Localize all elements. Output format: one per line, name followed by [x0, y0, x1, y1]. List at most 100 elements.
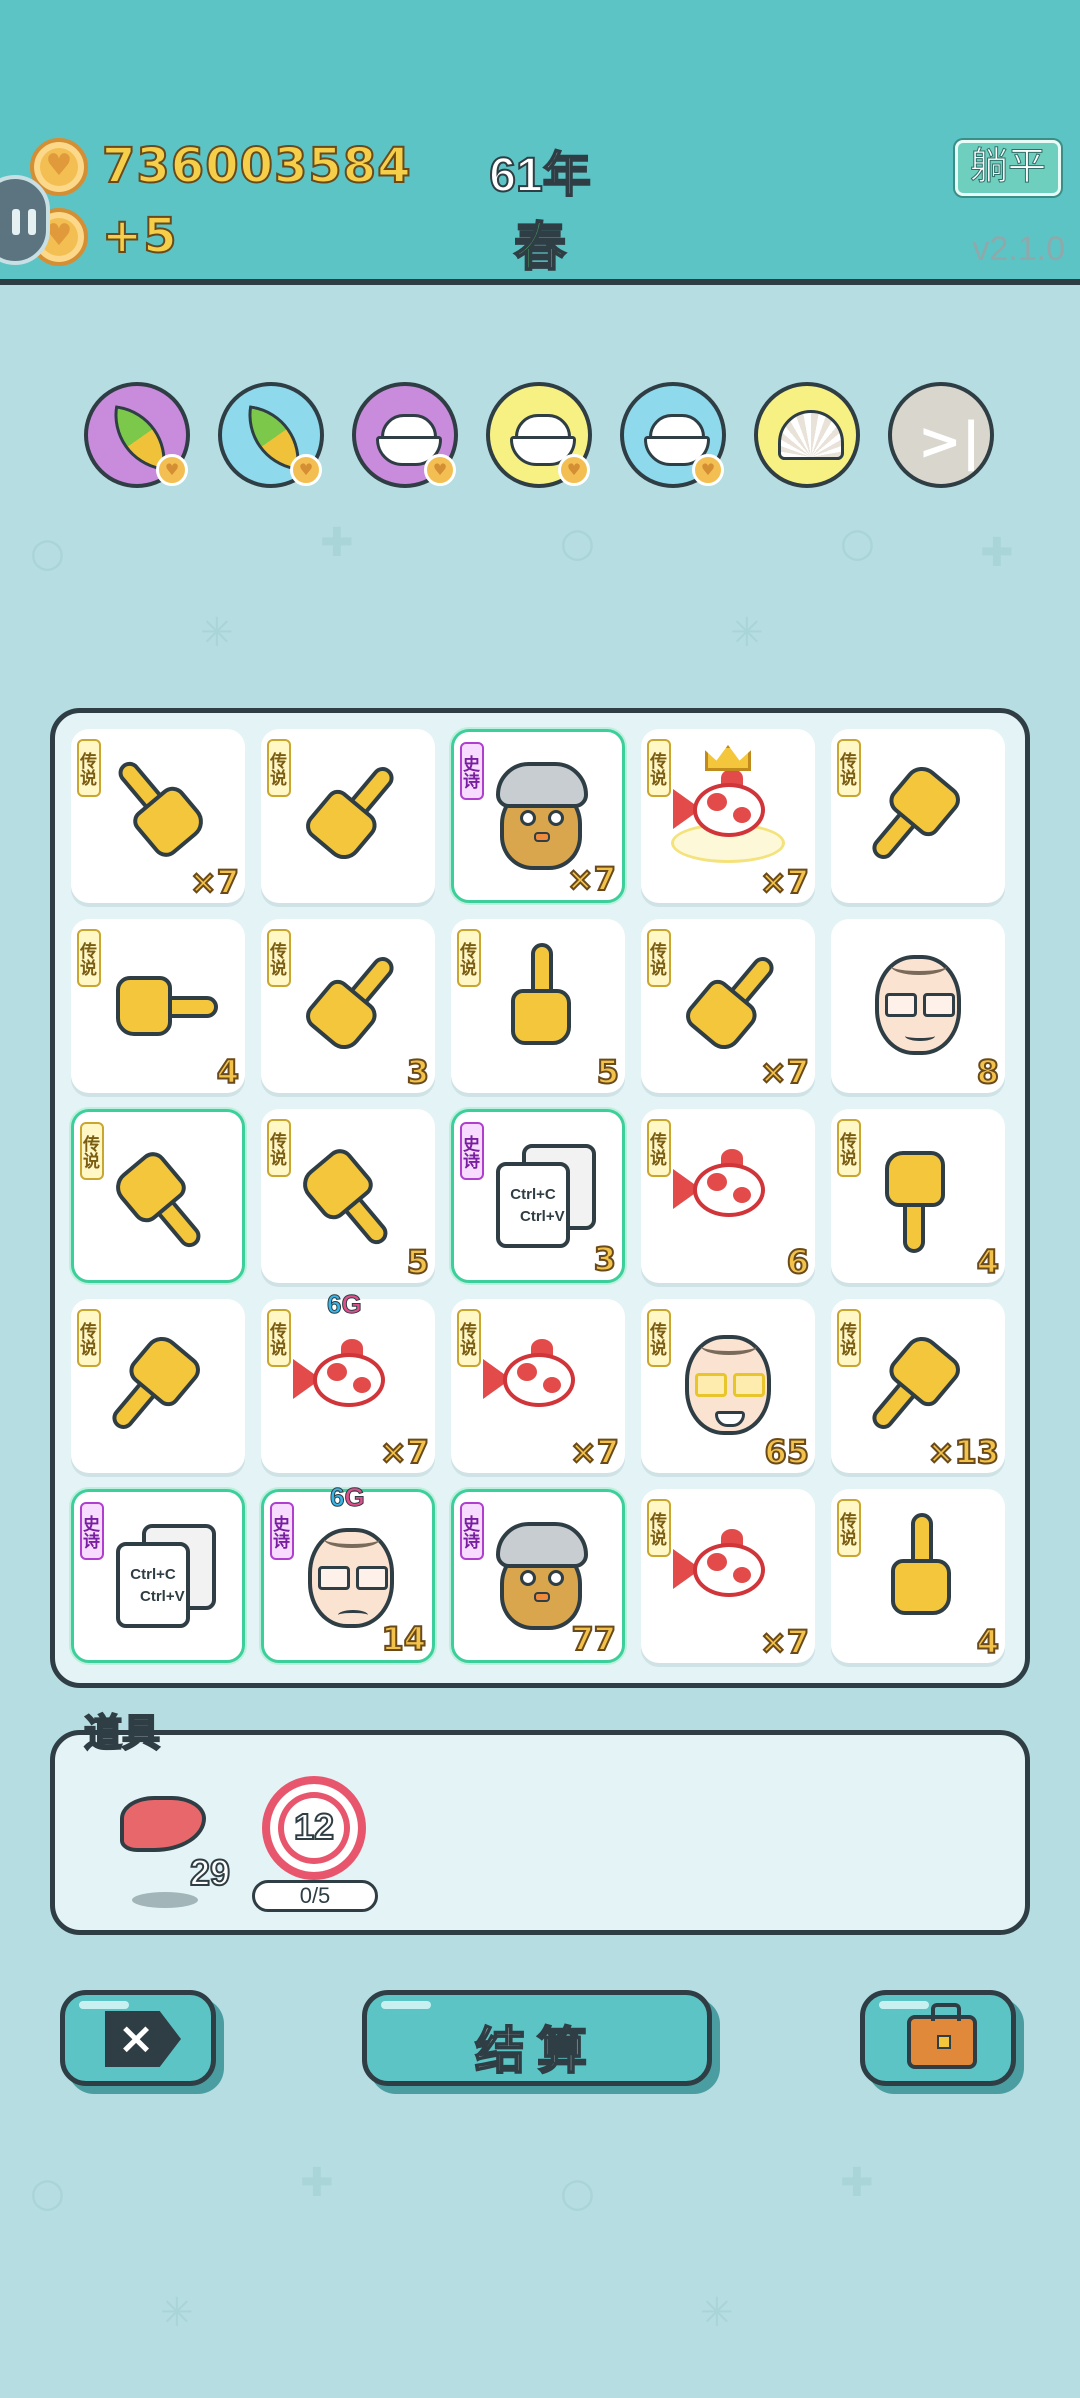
decor-star: ✳ — [700, 2290, 734, 2336]
board-cell[interactable]: 传说 ×7 — [641, 729, 815, 903]
seashell-icon — [778, 410, 844, 460]
legend-rarity-tag: 传说 — [837, 1119, 861, 1177]
board-cell[interactable]: 传说 5 — [261, 1109, 435, 1283]
decor-circle: ○ — [30, 530, 65, 576]
version-label: v2.1.0 — [972, 230, 1065, 268]
heart-badge-icon: ♥ — [558, 454, 590, 486]
decor-cross: ✚ — [320, 520, 354, 566]
board-cell[interactable]: 史诗 6G 14 — [261, 1482, 435, 1663]
board-cell[interactable]: 传说 — [71, 1109, 245, 1283]
cell-count: ×7 — [379, 1432, 430, 1472]
board-cell[interactable]: 传说 — [831, 729, 1005, 903]
board-cell[interactable]: 传说 — [71, 1299, 245, 1473]
decor-star: ✳ — [160, 2290, 194, 2336]
board-cell[interactable]: 传说 ×7 — [641, 919, 815, 1093]
decor-circle: ○ — [560, 2170, 595, 2216]
cell-count: 5 — [406, 1242, 430, 1282]
settle-button[interactable]: 结算 — [362, 1990, 712, 2086]
heart-badge-icon: ♥ — [290, 454, 322, 486]
board-cell[interactable]: 史诗 77 — [451, 1489, 625, 1663]
legend-rarity-tag: 传说 — [837, 1309, 861, 1367]
heart-slot[interactable] — [754, 382, 860, 488]
lay-flat-button[interactable]: 躺平 — [955, 140, 1061, 196]
settle-label: 结算 — [474, 2022, 599, 2080]
board-cell[interactable]: Ctrl+C Ctrl+V 史诗 3 — [451, 1109, 625, 1283]
cell-count: ×13 — [927, 1432, 1000, 1472]
board-cell[interactable]: 传说 3 — [261, 919, 435, 1093]
heart-slot[interactable]: ♥ — [352, 382, 458, 488]
board-cell[interactable]: 传说 — [261, 729, 435, 903]
6g-badge: 6G — [329, 1482, 365, 1513]
board-cell[interactable]: Ctrl+C Ctrl+V 史诗 — [71, 1489, 245, 1663]
cell-count: ×7 — [566, 859, 617, 899]
paste-text: Ctrl+V — [520, 1208, 565, 1225]
heart-slot[interactable]: ♥ — [218, 382, 324, 488]
legend-rarity-tag: 传说 — [457, 929, 481, 987]
legend-rarity-tag: 传说 — [77, 929, 101, 987]
heart-slot[interactable]: ♥ — [84, 382, 190, 488]
copy-paste-card: Ctrl+C Ctrl+V — [116, 1542, 190, 1628]
heart-slot[interactable]: >| — [888, 382, 994, 488]
board-cell[interactable]: 传说 5 — [451, 919, 625, 1093]
decor-star: ✳ — [730, 610, 764, 656]
legend-rarity-tag: 传说 — [77, 739, 101, 797]
legend-rarity-tag: 传说 — [457, 1309, 481, 1367]
cell-count: 6 — [786, 1242, 810, 1282]
legend-rarity-tag: 传说 — [647, 739, 671, 797]
decor-star: ✳ — [200, 610, 234, 656]
board-cell[interactable]: 传说 6 — [641, 1109, 815, 1283]
remove-button[interactable]: × — [60, 1990, 216, 2086]
legend-rarity-tag: 传说 — [267, 739, 291, 797]
board-cell[interactable]: 传说 4 — [831, 1489, 1005, 1663]
grey-hair-chick-icon — [484, 756, 598, 876]
board-cell[interactable]: 史诗 ×7 — [451, 729, 625, 903]
6g-badge: 6G — [326, 1289, 362, 1320]
board-cell[interactable]: 传说 4 — [831, 1109, 1005, 1283]
board-cell[interactable]: 传说 ×13 — [831, 1299, 1005, 1473]
target-item-number: 12 — [293, 1805, 335, 1848]
legend-rarity-tag: 传说 — [267, 1119, 291, 1177]
top-bar: 736003584 +5 61年 春 躺平 v2.1.0 — [0, 0, 1080, 285]
heart-slot[interactable]: ♥ — [620, 382, 726, 488]
grey-hair-chick-icon — [484, 1516, 598, 1636]
koi-fish-icon — [671, 1513, 785, 1633]
bag-button[interactable] — [860, 1990, 1016, 2086]
legend-rarity-tag: 传说 — [837, 1499, 861, 1557]
heart-slot[interactable]: ♥ — [486, 382, 592, 488]
cell-count: 4 — [216, 1052, 240, 1092]
cell-count: 77 — [570, 1619, 617, 1659]
season-label: 春 — [513, 218, 567, 278]
cell-count: 8 — [976, 1052, 1000, 1092]
skip-icon: >| — [918, 412, 981, 472]
board-cell[interactable]: 传说 ×7 — [641, 1489, 815, 1663]
epic-rarity-tag: 史诗 — [80, 1502, 104, 1560]
coin-income: +5 — [101, 207, 178, 265]
liver-item-count: 29 — [189, 1851, 231, 1894]
cell-count: 3 — [593, 1239, 617, 1279]
epic-rarity-tag: 史诗 — [460, 1502, 484, 1560]
decor-circle: ○ — [30, 2170, 65, 2216]
cell-count: 4 — [976, 1622, 1000, 1662]
board-cell[interactable]: 传说 6G ×7 — [261, 1289, 435, 1473]
pointing-hand-icon — [98, 946, 218, 1060]
sad-bald-man-icon — [294, 1516, 408, 1636]
cell-count: ×7 — [759, 862, 810, 902]
board-cell[interactable]: 传说 4 — [71, 919, 245, 1093]
decor-circle: ○ — [560, 520, 595, 566]
cell-count: ×7 — [759, 1052, 810, 1092]
board-cell[interactable]: 传说 65 — [641, 1299, 815, 1473]
copy-text: Ctrl+C — [510, 1186, 556, 1203]
copy-paste-cards-icon: Ctrl+C Ctrl+V — [484, 1136, 598, 1256]
close-icon: × — [105, 2011, 181, 2067]
board-cell[interactable]: 8 — [831, 919, 1005, 1093]
koi-fish-icon — [291, 1323, 405, 1443]
decor-cross: ✚ — [980, 530, 1014, 576]
liver-shadow — [132, 1892, 198, 1908]
board-cell[interactable]: 传说 ×7 — [451, 1299, 625, 1473]
legend-rarity-tag: 传说 — [647, 929, 671, 987]
board-cell[interactable]: 传说 ×7 — [71, 729, 245, 903]
crowned-koi-fish-icon — [671, 745, 785, 873]
coin-total: 736003584 — [101, 137, 412, 195]
heart-badge-icon: ♥ — [424, 454, 456, 486]
pause-button[interactable] — [0, 175, 50, 265]
